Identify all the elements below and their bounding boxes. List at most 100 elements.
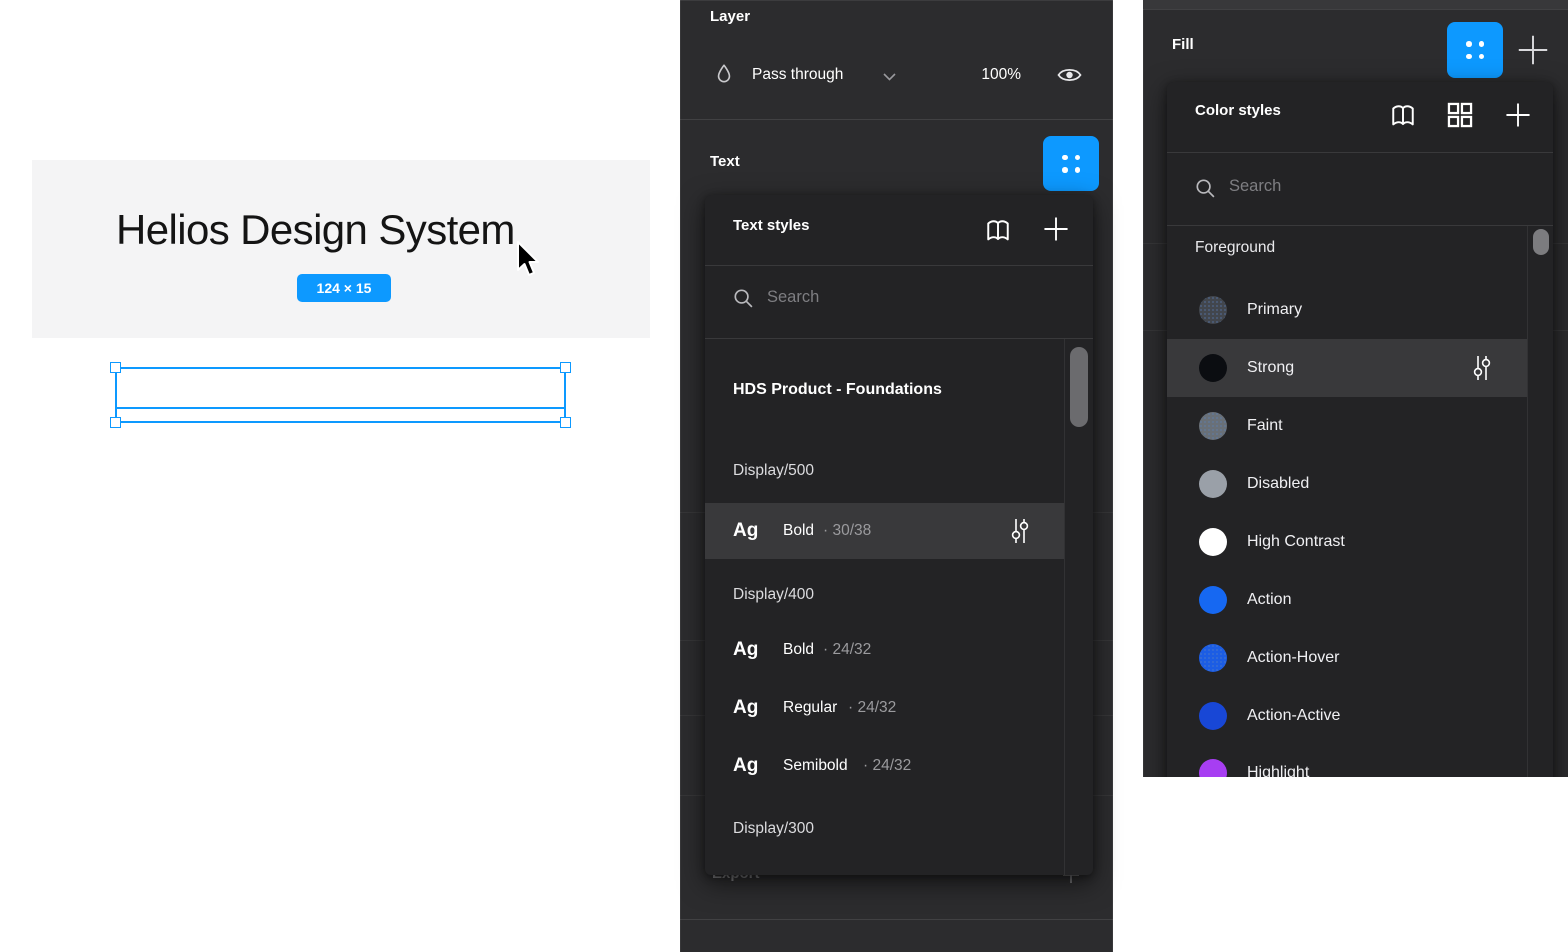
text-styles-dropdown-title: Text styles xyxy=(733,217,809,234)
style-group-label: Display/500 xyxy=(733,462,814,480)
opacity-input[interactable]: 100% xyxy=(930,66,1021,84)
color-style-option[interactable]: High Contrast xyxy=(1167,513,1527,571)
size-badge: 124 × 15 xyxy=(297,274,391,302)
color-style-name: High Contrast xyxy=(1247,513,1345,571)
color-style-option[interactable]: Disabled xyxy=(1167,455,1527,513)
selection-bounding-box[interactable] xyxy=(115,367,566,423)
color-style-option[interactable]: Faint xyxy=(1167,397,1527,455)
color-swatch xyxy=(1199,470,1227,498)
scrollbar-thumb[interactable] xyxy=(1533,229,1549,255)
dropdown-divider xyxy=(705,265,1093,266)
text-style-option[interactable]: Ag Semibold · 24/32 xyxy=(705,741,1064,791)
add-style-icon[interactable] xyxy=(1043,216,1069,242)
section-divider xyxy=(680,119,1113,120)
color-group-label: Foreground xyxy=(1195,239,1275,257)
color-style-name: Strong xyxy=(1247,339,1294,397)
selection-handle-bottom-left[interactable] xyxy=(110,417,121,428)
color-style-name: Action xyxy=(1247,571,1291,629)
color-styles-dropdown-title: Color styles xyxy=(1195,102,1281,119)
blend-mode-icon xyxy=(713,62,735,86)
style-weight: Semibold xyxy=(783,741,848,791)
selection-handle-top-right[interactable] xyxy=(560,362,571,373)
style-weight: Regular xyxy=(783,683,837,733)
color-swatch xyxy=(1199,702,1227,730)
scrollbar-gutter xyxy=(1527,226,1528,777)
panel-top-strip xyxy=(1143,0,1568,9)
style-size: · 24/32 xyxy=(823,625,871,675)
color-swatch xyxy=(1199,759,1227,777)
blend-mode-select[interactable]: Pass through xyxy=(752,66,843,84)
layer-section-title: Layer xyxy=(710,8,750,25)
color-style-name: Primary xyxy=(1247,281,1302,339)
text-style-search-input[interactable]: Search xyxy=(767,288,819,307)
color-styles-dropdown: Color styles Search Foregroun xyxy=(1167,82,1553,777)
color-style-option[interactable]: Action-Hover xyxy=(1167,629,1527,687)
text-style-option[interactable]: Ag Bold · 24/32 xyxy=(705,625,1064,675)
add-style-icon[interactable] xyxy=(1505,102,1531,128)
section-divider xyxy=(1143,9,1568,10)
color-style-name: Disabled xyxy=(1247,455,1309,513)
color-swatch xyxy=(1199,644,1227,672)
style-group-label: Display/400 xyxy=(733,586,814,604)
fill-section-title: Fill xyxy=(1172,36,1194,53)
color-style-name: Action-Active xyxy=(1247,687,1340,745)
canvas[interactable]: Helios Design System 124 × 15 xyxy=(32,160,650,338)
library-name: HDS Product - Foundations xyxy=(733,381,942,399)
grid-view-icon[interactable] xyxy=(1447,102,1473,128)
color-style-name: Faint xyxy=(1247,397,1283,455)
color-style-option[interactable]: Primary xyxy=(1167,281,1527,339)
text-styles-toggle-button[interactable] xyxy=(1043,136,1099,191)
color-style-option-selected[interactable]: Strong xyxy=(1167,339,1527,397)
style-size: · 24/32 xyxy=(848,683,896,733)
style-weight: Bold xyxy=(783,625,814,675)
color-style-search-input[interactable]: Search xyxy=(1229,177,1281,196)
color-styles-toggle-button[interactable] xyxy=(1447,22,1503,78)
mouse-cursor-icon xyxy=(512,240,542,280)
dropdown-divider xyxy=(1167,152,1553,153)
text-style-option[interactable]: Ag Regular · 24/32 xyxy=(705,683,1064,733)
fill-panel: Fill Color styles xyxy=(1143,0,1568,777)
style-size: · 30/38 xyxy=(823,503,871,559)
edit-style-sliders-icon[interactable] xyxy=(1470,354,1494,382)
style-sample: Ag xyxy=(733,741,758,791)
scrollbar-thumb[interactable] xyxy=(1070,347,1088,427)
color-style-name: Highlight xyxy=(1247,744,1309,777)
add-fill-icon[interactable] xyxy=(1517,34,1549,66)
text-section-title: Text xyxy=(710,153,740,170)
color-swatch xyxy=(1199,296,1227,324)
style-dots-icon xyxy=(1060,153,1082,175)
search-icon xyxy=(1195,178,1216,199)
selection-handle-bottom-right[interactable] xyxy=(560,417,571,428)
edit-style-sliders-icon[interactable] xyxy=(1008,517,1032,545)
library-book-icon[interactable] xyxy=(984,216,1012,242)
visibility-eye-icon[interactable] xyxy=(1056,64,1083,86)
library-book-icon[interactable] xyxy=(1389,101,1417,127)
text-styles-dropdown: Text styles Search HDS Product - Foundat… xyxy=(705,195,1093,875)
color-swatch xyxy=(1199,586,1227,614)
style-sample: Ag xyxy=(733,503,758,559)
chevron-down-icon[interactable] xyxy=(883,73,896,81)
text-style-option-selected[interactable]: Ag Bold · 30/38 xyxy=(705,503,1064,559)
selection-handle-top-left[interactable] xyxy=(110,362,121,373)
style-group-label: Display/300 xyxy=(733,820,814,838)
design-panel: Layer Pass through 100% Text Export Tex xyxy=(680,0,1113,952)
color-style-name: Action-Hover xyxy=(1247,629,1339,687)
color-style-option[interactable]: Highlight xyxy=(1167,744,1527,777)
scrollbar-gutter xyxy=(1064,339,1065,875)
section-divider xyxy=(680,919,1113,920)
canvas-text-layer[interactable]: Helios Design System xyxy=(116,206,515,254)
color-style-option[interactable]: Action xyxy=(1167,571,1527,629)
color-swatch xyxy=(1199,528,1227,556)
color-swatch xyxy=(1199,354,1227,382)
dropdown-divider xyxy=(1167,225,1553,226)
selection-inner-edge xyxy=(115,407,566,409)
figma-workspace: Helios Design System 124 × 15 Layer Pass… xyxy=(0,0,1568,952)
dropdown-divider xyxy=(705,338,1093,339)
search-icon xyxy=(733,288,754,309)
style-dots-icon xyxy=(1464,39,1486,61)
color-swatch xyxy=(1199,412,1227,440)
style-sample: Ag xyxy=(733,683,758,733)
style-sample: Ag xyxy=(733,625,758,675)
style-size: · 24/32 xyxy=(863,741,911,791)
color-style-option[interactable]: Action-Active xyxy=(1167,687,1527,745)
